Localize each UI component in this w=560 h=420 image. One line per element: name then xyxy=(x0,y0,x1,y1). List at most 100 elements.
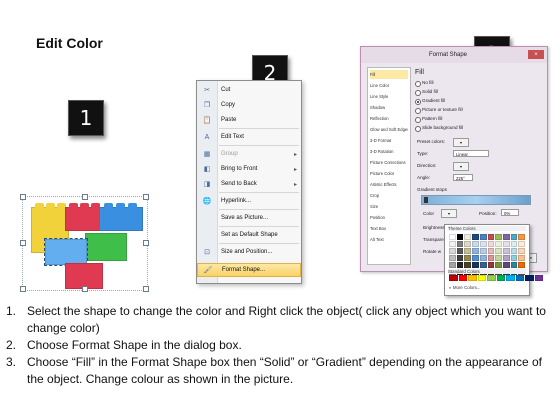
color-swatch[interactable] xyxy=(534,275,543,281)
type-select[interactable]: Linear xyxy=(453,150,489,157)
lego-brick-red-top[interactable] xyxy=(65,203,103,231)
lego-shapes[interactable] xyxy=(20,194,149,292)
color-swatch[interactable] xyxy=(495,255,502,261)
nav-item-reflection[interactable]: Reflection xyxy=(370,114,408,123)
radio-pattern-fill[interactable] xyxy=(415,117,421,123)
nav-item-fill[interactable]: Fill xyxy=(370,70,408,79)
lego-brick-green[interactable] xyxy=(85,233,127,261)
more-colors-link[interactable]: ◐ More Colors... xyxy=(449,285,480,290)
color-swatch[interactable] xyxy=(456,241,464,247)
color-swatch[interactable] xyxy=(496,275,505,281)
color-swatch[interactable] xyxy=(506,275,515,281)
nav-item-glow[interactable]: Glow and Soft Edges xyxy=(370,125,408,134)
color-swatch[interactable] xyxy=(464,255,472,261)
color-swatch[interactable] xyxy=(510,262,518,268)
color-swatch[interactable] xyxy=(456,234,464,240)
nav-item-crop[interactable]: Crop xyxy=(370,191,408,200)
selection-handle[interactable] xyxy=(143,194,149,200)
color-swatch[interactable] xyxy=(479,255,487,261)
color-swatch[interactable] xyxy=(502,241,510,247)
selection-handle[interactable] xyxy=(143,240,149,246)
color-swatch[interactable] xyxy=(515,275,524,281)
color-swatch[interactable] xyxy=(464,234,472,240)
color-swatch[interactable] xyxy=(449,234,456,240)
color-swatch[interactable] xyxy=(487,241,495,247)
color-swatch[interactable] xyxy=(510,248,518,254)
nav-item-line-color[interactable]: Line Color xyxy=(370,81,408,90)
color-swatch[interactable] xyxy=(449,255,456,261)
color-swatch[interactable] xyxy=(495,262,502,268)
color-swatch[interactable] xyxy=(495,248,502,254)
dialog-titlebar[interactable]: Format Shape × xyxy=(361,47,547,63)
preset-colors-button[interactable]: ▾ xyxy=(453,138,469,147)
color-swatch[interactable] xyxy=(518,248,526,254)
color-swatch[interactable] xyxy=(449,248,456,254)
nav-item-size[interactable]: Size xyxy=(370,202,408,211)
color-swatch[interactable] xyxy=(495,234,502,240)
menu-item-save-as-picture[interactable]: Save as Picture... xyxy=(197,211,301,225)
nav-item-alt-text[interactable]: Alt Text xyxy=(370,235,408,244)
nav-item-text-box[interactable]: Text Box xyxy=(370,224,408,233)
color-swatch[interactable] xyxy=(487,248,495,254)
color-swatch[interactable] xyxy=(458,275,467,281)
nav-item-position[interactable]: Position xyxy=(370,213,408,222)
nav-item-3d-rotation[interactable]: 3-D Rotation xyxy=(370,147,408,156)
color-swatch[interactable] xyxy=(487,234,495,240)
color-swatch[interactable] xyxy=(449,262,456,268)
radio-solid-fill[interactable] xyxy=(415,90,421,96)
color-swatch[interactable] xyxy=(510,255,518,261)
color-swatch[interactable] xyxy=(477,275,486,281)
radio-slide-background-fill[interactable] xyxy=(415,126,421,132)
lego-brick-blue-top[interactable] xyxy=(99,203,143,231)
menu-item-set-default-shape[interactable]: Set as Default Shape xyxy=(197,228,301,242)
selection-handle[interactable] xyxy=(82,286,88,292)
nav-item-picture-corrections[interactable]: Picture Corrections xyxy=(370,158,408,167)
color-swatch[interactable] xyxy=(479,248,487,254)
color-swatch[interactable] xyxy=(464,262,472,268)
color-swatch[interactable] xyxy=(510,241,518,247)
radio-gradient-fill[interactable] xyxy=(415,99,421,105)
nav-item-line-style[interactable]: Line Style xyxy=(370,92,408,101)
color-swatch[interactable] xyxy=(479,234,487,240)
direction-button[interactable]: ▾ xyxy=(453,162,469,171)
color-swatch[interactable] xyxy=(525,275,534,281)
color-swatch[interactable] xyxy=(487,255,495,261)
nav-item-picture-color[interactable]: Picture Color xyxy=(370,169,408,178)
color-swatch[interactable] xyxy=(487,275,496,281)
color-swatch[interactable] xyxy=(449,275,458,281)
color-swatch[interactable] xyxy=(502,234,510,240)
color-swatch[interactable] xyxy=(472,234,479,240)
color-swatch[interactable] xyxy=(464,241,472,247)
color-swatch[interactable] xyxy=(472,248,479,254)
color-swatch[interactable] xyxy=(518,234,526,240)
color-swatch[interactable] xyxy=(468,275,477,281)
radio-no-fill[interactable] xyxy=(415,81,421,87)
color-swatch[interactable] xyxy=(502,262,510,268)
color-swatch[interactable] xyxy=(518,241,526,247)
color-swatch[interactable] xyxy=(479,262,487,268)
color-swatch[interactable] xyxy=(472,255,479,261)
selection-handle[interactable] xyxy=(20,286,26,292)
color-swatch[interactable] xyxy=(449,241,456,247)
menu-item-edit-text[interactable]: A Edit Text xyxy=(197,130,301,144)
gradient-stop-handle[interactable] xyxy=(424,197,428,203)
selection-handle[interactable] xyxy=(82,194,88,200)
color-swatch[interactable] xyxy=(487,262,495,268)
color-swatch[interactable] xyxy=(472,241,479,247)
color-swatch[interactable] xyxy=(510,234,518,240)
color-swatch[interactable] xyxy=(456,248,464,254)
selection-handle[interactable] xyxy=(20,240,26,246)
nav-item-artistic-effects[interactable]: Artistic Effects xyxy=(370,180,408,189)
menu-item-format-shape[interactable]: 🖌 Format Shape... xyxy=(197,263,301,277)
close-icon[interactable]: × xyxy=(528,50,544,59)
color-swatch[interactable] xyxy=(479,241,487,247)
selection-handle[interactable] xyxy=(143,286,149,292)
selection-handle[interactable] xyxy=(20,194,26,200)
menu-item-cut[interactable]: ✂ Cut xyxy=(197,83,301,97)
nav-item-3d-format[interactable]: 3-D Format xyxy=(370,136,408,145)
nav-item-shadow[interactable]: Shadow xyxy=(370,103,408,112)
gradient-stops-bar[interactable] xyxy=(421,195,531,205)
menu-item-hyperlink[interactable]: 🌐 Hyperlink... xyxy=(197,194,301,208)
color-swatch[interactable] xyxy=(472,262,479,268)
color-swatch[interactable] xyxy=(502,248,510,254)
